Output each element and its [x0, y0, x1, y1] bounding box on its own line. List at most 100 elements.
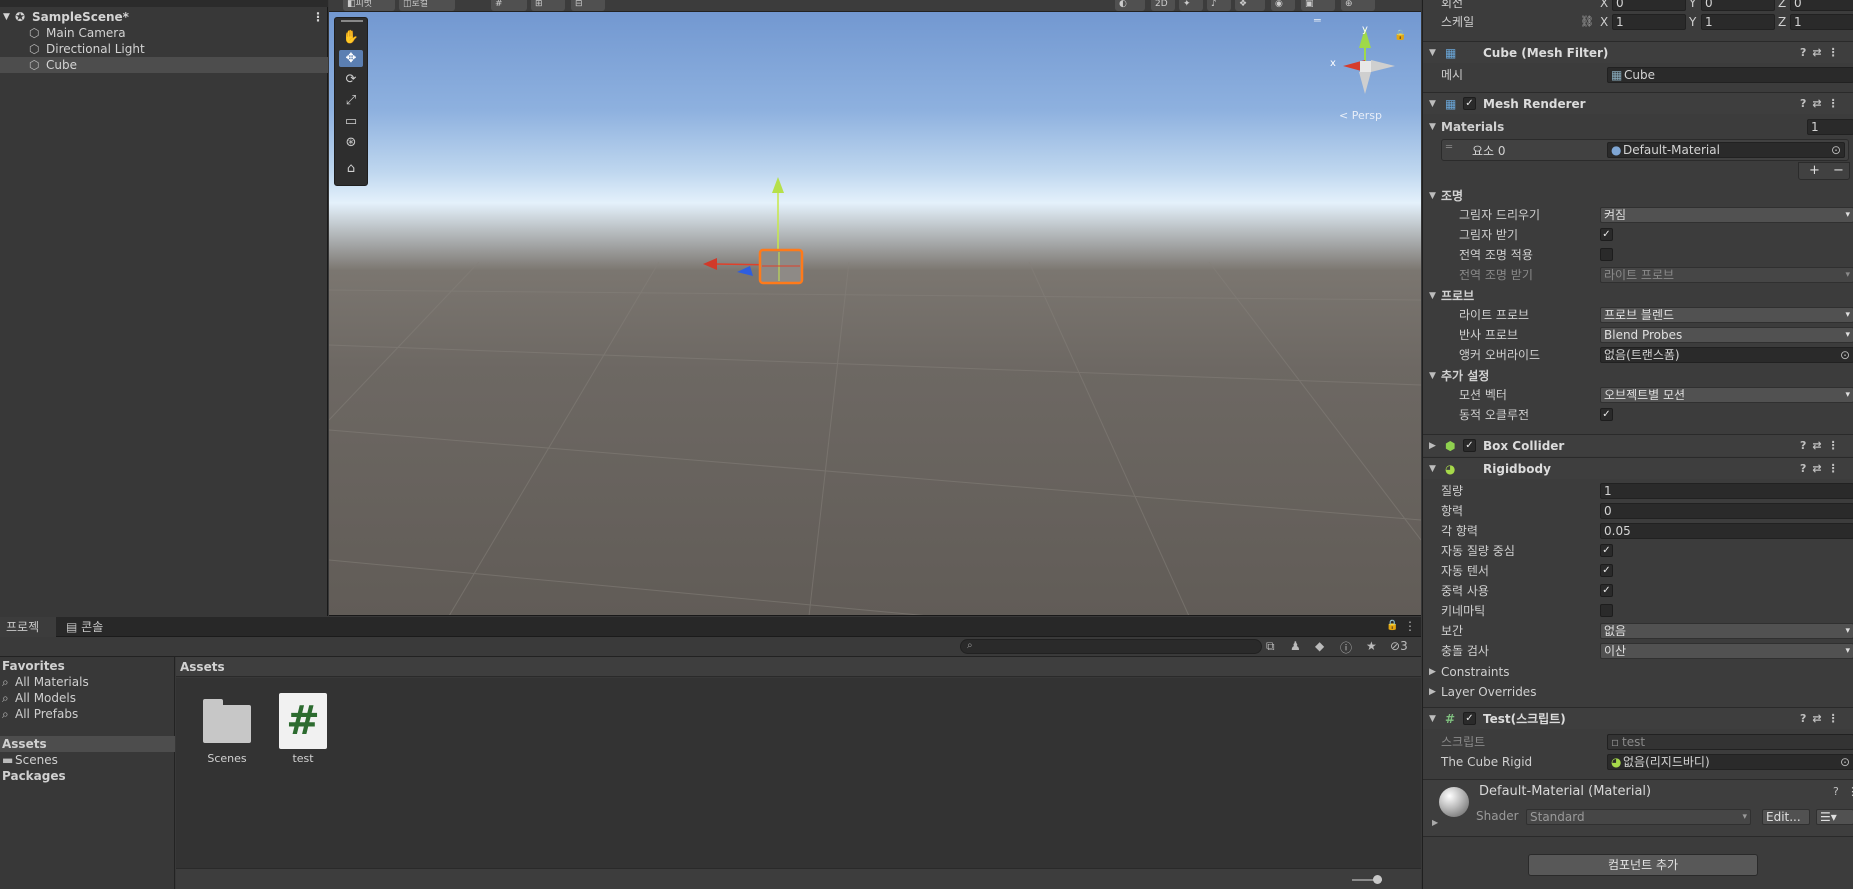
camera-settings-button[interactable]: ▣ — [1301, 0, 1335, 11]
test-script-header[interactable]: ▼ # ✓ Test(스크립트) ?⇄⋮ — [1423, 707, 1853, 729]
dynamic-occlusion-checkbox[interactable]: ✓ — [1600, 408, 1613, 421]
filter-type-icon[interactable]: ⧉ — [1266, 639, 1275, 654]
custom-tool-icon[interactable]: ⌂ — [339, 160, 363, 177]
shader-options-button[interactable]: ☰▾ — [1816, 809, 1853, 825]
gizmos-button[interactable]: ⊕ — [1341, 0, 1375, 11]
hierarchy-item-directional-light[interactable]: ⬡ Directional Light — [0, 41, 328, 57]
local-button[interactable]: ◫로컬 — [399, 0, 455, 11]
2d-toggle[interactable]: 2D — [1151, 0, 1175, 11]
tab-console[interactable]: ▤ 콘솔 — [60, 617, 120, 637]
add-component-button[interactable]: 컴포넌트 추가 — [1528, 854, 1758, 876]
component-header-icons[interactable]: ?⇄⋮ — [1800, 708, 1853, 730]
move-tool-icon[interactable]: ✥ — [339, 50, 363, 67]
collapse-triangle-icon[interactable]: ▼ — [1429, 93, 1436, 115]
additional-settings-section[interactable]: ▼ 추가 설정 — [1423, 367, 1853, 385]
hierarchy-item-main-camera[interactable]: ⬡ Main Camera — [0, 25, 328, 41]
zoom-slider-thumb[interactable] — [1373, 875, 1382, 884]
info-icon[interactable]: ⓘ — [1340, 639, 1352, 656]
enabled-checkbox[interactable]: ✓ — [1463, 439, 1476, 452]
favorite-all-models[interactable]: ⌕ All Models — [0, 690, 175, 706]
hidden-packages-toggle[interactable]: ⊘3 — [1390, 639, 1408, 653]
light-probes-dropdown[interactable]: 프로브 블렌드 ▾ — [1600, 307, 1853, 323]
asset-item-scenes[interactable]: Scenes — [196, 690, 258, 770]
expand-triangle-icon[interactable]: ▼ — [1429, 118, 1436, 136]
transform-tool-icon[interactable]: ⊛ — [339, 134, 363, 151]
expand-triangle-icon[interactable]: ▶ — [1432, 818, 1438, 827]
lock-icon[interactable]: 🔒 — [1386, 620, 1398, 631]
tab-project[interactable]: 프로젝트 — [0, 617, 56, 654]
help-icon[interactable]: ? — [1833, 785, 1839, 798]
collision-detection-dropdown[interactable]: 이산 ▾ — [1600, 643, 1853, 659]
effects-toggle[interactable]: ❖ — [1235, 0, 1265, 11]
filter-label-icon[interactable]: ♟ — [1290, 639, 1301, 653]
tree-assets[interactable]: Assets — [0, 736, 175, 752]
component-header-icons[interactable]: ?⇄⋮ — [1800, 42, 1853, 64]
favorites-header[interactable]: Favorites — [0, 658, 175, 674]
remove-icon[interactable]: − — [1833, 163, 1844, 179]
box-collider-header[interactable]: ▶ ⬢ ✓ Box Collider ?⇄⋮ — [1423, 434, 1853, 456]
scale-tool-icon[interactable]: ⤢ — [339, 92, 363, 109]
rotation-z-field[interactable]: 0 — [1790, 0, 1853, 11]
rigidbody-header[interactable]: ▼ ◕ Rigidbody ?⇄⋮ — [1423, 457, 1853, 479]
anchor-override-field[interactable]: 없음(트랜스폼) ⊙ — [1600, 347, 1853, 363]
pivot-button[interactable]: ◧피벗 — [343, 0, 395, 11]
scale-z-field[interactable]: 1 — [1790, 14, 1853, 30]
object-picker-icon[interactable]: ⊙ — [1831, 143, 1841, 157]
lighting-toggle[interactable]: ✦ — [1179, 0, 1203, 11]
object-picker-icon[interactable]: ⊙ — [1840, 755, 1850, 769]
favorite-all-prefabs[interactable]: ⌕ All Prefabs — [0, 706, 175, 722]
visibility-toggle[interactable]: ◉ — [1271, 0, 1295, 11]
enabled-checkbox[interactable]: ✓ — [1463, 712, 1476, 725]
auto-tensor-checkbox[interactable]: ✓ — [1600, 564, 1613, 577]
shader-dropdown[interactable]: Standard ▾ — [1526, 809, 1751, 825]
hand-tool-icon[interactable]: ✋ — [339, 29, 363, 46]
audio-toggle[interactable]: ♪ — [1207, 0, 1231, 11]
panel-menu-icon[interactable]: ⋮ — [1404, 619, 1416, 633]
overlay-menu-icon[interactable]: ═ — [1314, 14, 1321, 27]
reflection-probes-dropdown[interactable]: Blend Probes ▾ — [1600, 327, 1853, 343]
palette-drag-handle[interactable] — [341, 20, 363, 22]
menu-icon[interactable]: ⋮ — [1847, 785, 1853, 798]
rect-tool-icon[interactable]: ▭ — [339, 113, 363, 130]
assets-breadcrumb[interactable]: Assets — [176, 657, 1421, 677]
rotate-tool-icon[interactable]: ⟳ — [339, 71, 363, 88]
persp-label[interactable]: < Persp — [1339, 109, 1382, 122]
constraints-foldout[interactable]: ▶ Constraints — [1423, 663, 1853, 681]
favorite-all-materials[interactable]: ⌕ All Materials — [0, 674, 175, 690]
motion-vectors-dropdown[interactable]: 오브젝트별 모션 ▾ — [1600, 387, 1853, 403]
grid-snap-button[interactable]: # — [491, 0, 527, 11]
mesh-filter-header[interactable]: ▼ ▦ Cube (Mesh Filter) ?⇄⋮ — [1423, 41, 1853, 63]
ruler-button[interactable]: ⊟ — [571, 0, 605, 11]
asset-item-test[interactable]: # test — [272, 690, 334, 770]
collapse-triangle-icon[interactable]: ▼ — [1429, 42, 1436, 64]
shader-edit-button[interactable]: Edit... — [1762, 809, 1810, 825]
component-header-icons[interactable]: ?⇄⋮ — [1800, 458, 1853, 480]
probes-section[interactable]: ▼ 프로브 — [1423, 287, 1853, 305]
cast-shadows-dropdown[interactable]: 켜짐 ▾ — [1600, 207, 1853, 223]
kinematic-checkbox[interactable] — [1600, 604, 1613, 617]
contribute-gi-checkbox[interactable] — [1600, 248, 1613, 261]
materials-count-field[interactable]: 1 — [1807, 119, 1853, 135]
tree-scenes[interactable]: ▬ Scenes — [0, 752, 175, 768]
mesh-object-field[interactable]: ▦ Cube — [1607, 67, 1853, 83]
layer-overrides-foldout[interactable]: ▶ Layer Overrides — [1423, 683, 1853, 701]
cube-rigid-field[interactable]: ◕ 없음(리지드바디) ⊙ — [1607, 754, 1853, 770]
scale-y-field[interactable]: 1 — [1701, 14, 1775, 30]
expand-triangle-icon[interactable]: ▶ — [1429, 435, 1436, 457]
collapse-triangle-icon[interactable]: ▼ — [1429, 458, 1436, 480]
expand-triangle-icon[interactable]: ▼ — [3, 9, 10, 25]
rotation-y-field[interactable]: 0 — [1701, 0, 1775, 11]
tree-packages[interactable]: Packages — [0, 768, 175, 784]
angular-drag-field[interactable]: 0.05 — [1600, 523, 1853, 539]
collapse-triangle-icon[interactable]: ▼ — [1429, 708, 1436, 730]
star-icon[interactable]: ★ — [1366, 639, 1377, 653]
lighting-section[interactable]: ▼ 조명 — [1423, 187, 1853, 205]
scale-x-field[interactable]: 1 — [1612, 14, 1686, 30]
hierarchy-item-cube[interactable]: ⬡ Cube — [0, 57, 328, 73]
material-object-field[interactable]: ● Default-Material ⊙ — [1607, 142, 1845, 158]
scene-row[interactable]: ▼ ✪ SampleScene* ⋮ — [0, 9, 328, 25]
object-picker-icon[interactable]: ⊙ — [1840, 348, 1850, 362]
component-header-icons[interactable]: ?⇄⋮ — [1800, 93, 1853, 115]
draw-mode-button[interactable]: ◐ — [1115, 0, 1145, 11]
component-header-icons[interactable]: ?⇄⋮ — [1800, 435, 1853, 457]
